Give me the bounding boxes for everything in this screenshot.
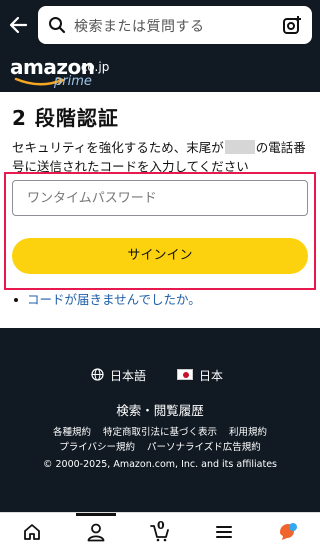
resend-code-link[interactable]: コードが届きませんでしたか。: [27, 289, 201, 308]
amazon-prime-logo[interactable]: amazon .co.jp prime: [10, 55, 120, 91]
language-row: 日本語 日本: [0, 366, 320, 384]
main-content: 2 段階認証 セキュリティを強化するため、末尾が の電話番号に送信されたコードを入…: [0, 92, 320, 328]
browsing-history-link[interactable]: 検索・閲覧履歴: [0, 400, 320, 419]
page: 検索または質問する amazon .co.jp prime 2 段階認証 セキュ…: [0, 0, 320, 552]
country-selector[interactable]: 日本: [199, 367, 223, 384]
footer: 日本語 日本 検索・閲覧履歴 各種規約 特定商取引法に基づく表示 利用規約 プライバ…: [0, 328, 320, 512]
footer-links-row-1: 各種規約 特定商取引法に基づく表示 利用規約: [0, 424, 320, 438]
copyright: © 2000-2025, Amazon.com, Inc. and its af…: [42, 459, 278, 470]
japan-flag-icon: [177, 369, 193, 380]
language-selector[interactable]: 日本語: [110, 367, 146, 384]
globe-icon: [91, 368, 104, 381]
search-icon: [49, 17, 66, 34]
back-button[interactable]: [6, 12, 32, 38]
description: セキュリティを強化するため、末尾が の電話番号に送信されたコードを入力してください: [12, 138, 312, 176]
search-box[interactable]: 検索または質問する: [38, 6, 312, 44]
footer-link[interactable]: 特定商取引法に基づく表示: [103, 427, 217, 438]
footer-link[interactable]: 各種規約: [53, 427, 91, 438]
nav-menu[interactable]: [192, 513, 256, 552]
nav-home[interactable]: [0, 513, 64, 552]
footer-link[interactable]: パーソナライズド広告規約: [147, 442, 261, 453]
rufus-icon: [280, 523, 297, 540]
redacted-digits: [224, 140, 255, 154]
logo-band: amazon .co.jp prime: [0, 52, 320, 92]
description-part-1: セキュリティを強化するため、末尾が: [12, 140, 224, 155]
logo-prime: prime: [54, 74, 92, 89]
home-icon: [24, 524, 40, 540]
logo-domain: .co.jp: [77, 60, 110, 74]
otp-input[interactable]: [12, 180, 308, 216]
signin-button[interactable]: サインイン: [12, 238, 308, 274]
bottom-nav: 0: [0, 512, 320, 552]
bullet-dot: [14, 298, 18, 302]
page-title: 2 段階認証: [12, 106, 119, 130]
top-bar: 検索または質問する: [0, 0, 320, 52]
menu-icon: [216, 526, 232, 538]
cart-icon: [150, 525, 169, 542]
account-icon: [87, 523, 105, 542]
footer-link[interactable]: 利用規約: [229, 427, 267, 438]
nav-rufus[interactable]: [256, 513, 320, 552]
camera-lens-icon[interactable]: [282, 15, 302, 35]
nav-cart[interactable]: 0: [128, 513, 192, 552]
footer-links-row-2: プライバシー規約 パーソナライズド広告規約: [0, 439, 320, 453]
nav-account[interactable]: [64, 513, 128, 552]
search-input[interactable]: 検索または質問する: [74, 16, 205, 36]
footer-link[interactable]: プライバシー規約: [59, 442, 135, 453]
back-arrow-icon: [9, 16, 28, 34]
